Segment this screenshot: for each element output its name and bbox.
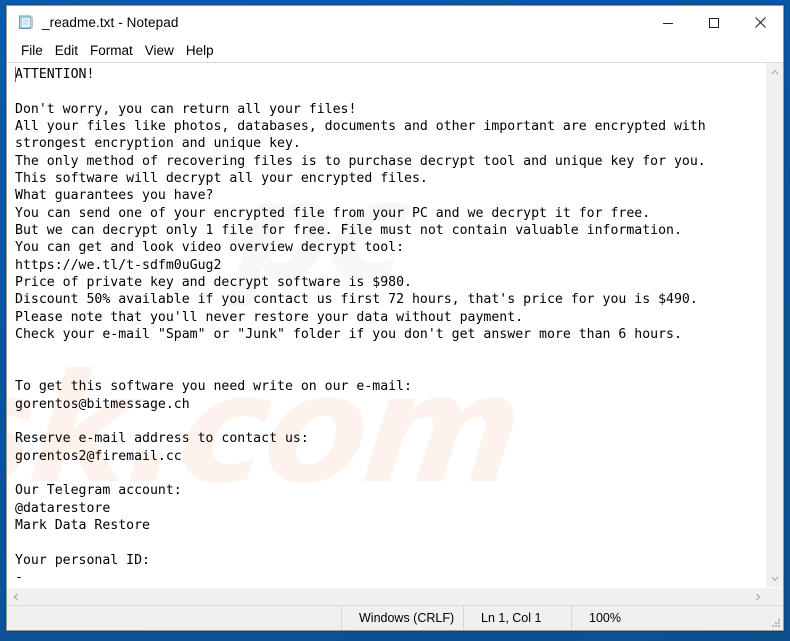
status-zoom-level: 100% — [571, 606, 783, 630]
menu-item-edit[interactable]: Edit — [50, 42, 85, 60]
vertical-scrollbar-track[interactable] — [766, 80, 783, 570]
window-title: _readme.txt - Notepad — [42, 15, 179, 30]
text-editor[interactable]: sk.com pc ATTENTION! Don't worry, you ca… — [7, 63, 765, 587]
scroll-up-arrow-icon[interactable] — [766, 63, 783, 80]
maximize-button[interactable] — [691, 6, 737, 39]
editor-row: sk.com pc ATTENTION! Don't worry, you ca… — [7, 63, 783, 587]
status-bar: Windows (CRLF) Ln 1, Col 1 100% — [7, 605, 783, 630]
window-controls — [645, 6, 783, 39]
resize-grip-icon[interactable] — [770, 617, 780, 627]
text-caret — [15, 67, 16, 82]
horizontal-scrollbar-track[interactable] — [24, 588, 749, 605]
scrollbar-corner — [766, 588, 783, 605]
vertical-scrollbar[interactable] — [765, 63, 783, 587]
menu-item-format[interactable]: Format — [85, 42, 140, 60]
menu-item-help[interactable]: Help — [181, 42, 221, 60]
horizontal-scrollbar[interactable] — [7, 587, 783, 605]
minimize-button[interactable] — [645, 6, 691, 39]
notepad-document-icon — [18, 14, 35, 31]
status-cursor-position: Ln 1, Col 1 — [463, 606, 571, 630]
menu-bar: File Edit Format View Help — [7, 39, 783, 62]
scroll-down-arrow-icon[interactable] — [766, 570, 783, 587]
editor-region: sk.com pc ATTENTION! Don't worry, you ca… — [7, 62, 783, 605]
menu-item-view[interactable]: View — [140, 42, 181, 60]
notepad-window: _readme.txt - Notepad File Edit Format V… — [6, 5, 784, 631]
ransom-note-body: ATTENTION! Don't worry, you can return a… — [15, 67, 706, 585]
menu-item-file[interactable]: File — [16, 42, 50, 60]
vertical-scrollbar-thumb[interactable] — [766, 80, 783, 570]
close-button[interactable] — [737, 6, 783, 39]
scroll-left-arrow-icon[interactable] — [7, 588, 24, 605]
status-line-ending: Windows (CRLF) — [341, 606, 463, 630]
title-bar[interactable]: _readme.txt - Notepad — [7, 6, 783, 39]
scroll-right-arrow-icon[interactable] — [749, 588, 766, 605]
